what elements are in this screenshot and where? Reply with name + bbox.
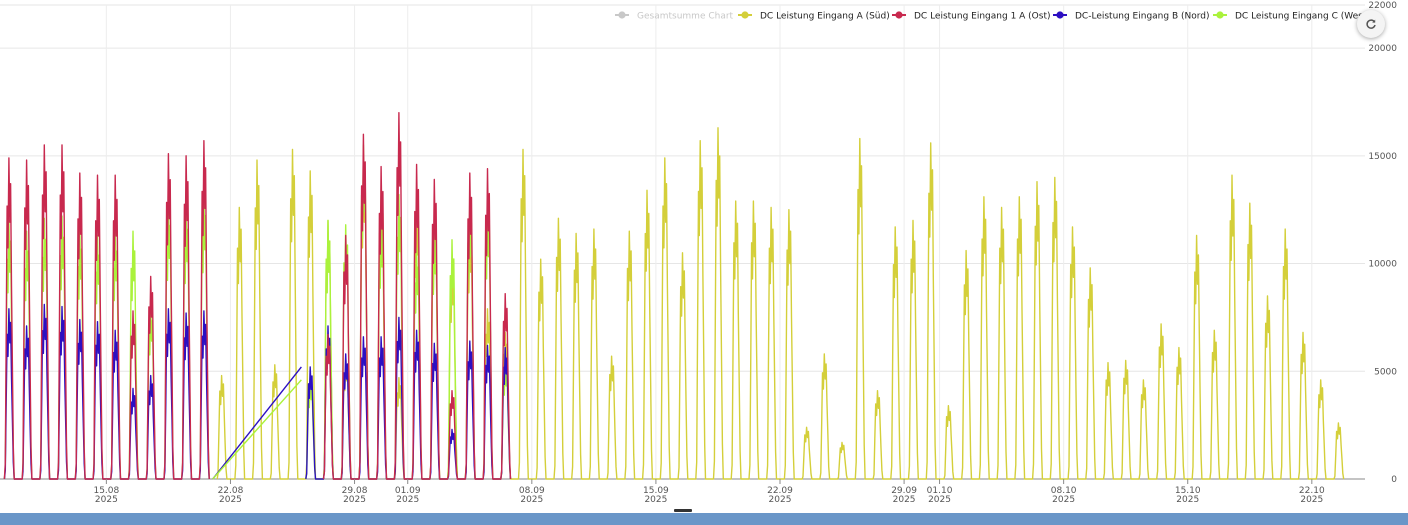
legend-marker bbox=[1056, 11, 1064, 19]
gap-bridge-line bbox=[212, 366, 302, 480]
legend-marker bbox=[741, 11, 749, 19]
y-tick-label: 10000 bbox=[1368, 260, 1397, 270]
gap-bridge-line bbox=[212, 379, 302, 480]
legend-item[interactable]: DC Leistung Eingang A (Süd) bbox=[738, 11, 890, 22]
x-tick-year: 2025 bbox=[1052, 495, 1075, 505]
y-tick-label: 0 bbox=[1391, 475, 1397, 485]
y-axis: 0500010000150002000022000 bbox=[1368, 1, 1397, 485]
y-tick-label: 20000 bbox=[1368, 44, 1397, 54]
legend-item[interactable]: Gesamtsumme Chart bbox=[615, 11, 734, 22]
legend-marker bbox=[1216, 11, 1224, 19]
x-tick-year: 2025 bbox=[396, 495, 419, 505]
x-tick-year: 2025 bbox=[769, 495, 792, 505]
legend-label: DC-Leistung Eingang B (Nord) bbox=[1075, 12, 1210, 22]
x-tick-year: 2025 bbox=[1300, 495, 1323, 505]
x-tick-year: 2025 bbox=[1176, 495, 1199, 505]
x-tick-year: 2025 bbox=[928, 495, 951, 505]
plot-area bbox=[3, 111, 1345, 480]
legend-marker bbox=[618, 11, 626, 19]
x-tick-year: 2025 bbox=[520, 495, 543, 505]
series-3 bbox=[3, 303, 512, 480]
chart: 0500010000150002000022000 15.08202522.08… bbox=[0, 1, 1397, 505]
legend-item[interactable]: DC Leistung Eingang 1 A (Ost) bbox=[892, 11, 1051, 22]
refresh-button[interactable] bbox=[1357, 10, 1385, 38]
legend-item[interactable]: DC Leistung Eingang C (West) bbox=[1213, 11, 1370, 22]
scroll-bar[interactable] bbox=[0, 513, 1408, 525]
x-tick-year: 2025 bbox=[644, 495, 667, 505]
y-tick-label: 5000 bbox=[1374, 367, 1397, 377]
refresh-icon bbox=[1366, 19, 1376, 29]
legend-item[interactable]: DC-Leistung Eingang B (Nord) bbox=[1053, 11, 1210, 22]
scroll-handle[interactable] bbox=[674, 509, 692, 512]
legend-label: Gesamtsumme Chart bbox=[637, 12, 734, 22]
legend-label: DC Leistung Eingang A (Süd) bbox=[760, 12, 890, 22]
x-tick-year: 2025 bbox=[95, 495, 118, 505]
series-line bbox=[322, 111, 512, 480]
x-tick-year: 2025 bbox=[219, 495, 242, 505]
legend-marker bbox=[895, 11, 903, 19]
legend-label: DC Leistung Eingang C (West) bbox=[1235, 12, 1370, 22]
x-tick-year: 2025 bbox=[893, 495, 916, 505]
legend-label: DC Leistung Eingang 1 A (Ost) bbox=[914, 12, 1051, 22]
legend[interactable]: Gesamtsumme Chart DC Leistung Eingang A (… bbox=[615, 11, 1370, 22]
y-tick-label: 15000 bbox=[1368, 152, 1397, 162]
x-axis: 15.08202522.08202529.08202501.09202508.0… bbox=[93, 479, 1325, 505]
x-tick-year: 2025 bbox=[343, 495, 366, 505]
